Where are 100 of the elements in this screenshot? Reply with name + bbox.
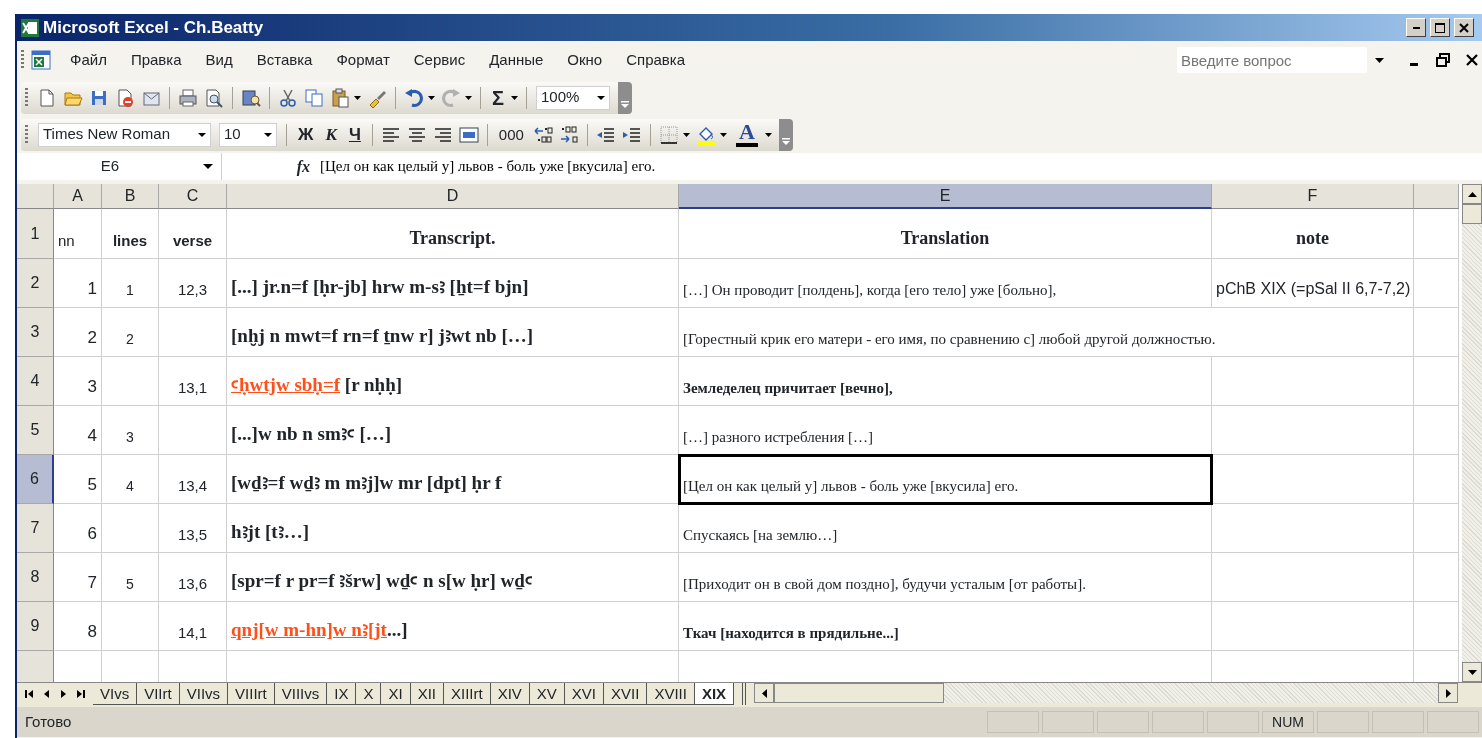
row-header[interactable]: 8 — [17, 553, 54, 602]
toolbar-button[interactable]: Ч — [348, 126, 361, 143]
dropdown-arrow-icon[interactable] — [682, 132, 690, 137]
menu-item[interactable]: Данные — [489, 48, 544, 72]
menu-item[interactable]: Справка — [626, 48, 686, 72]
help-search-field[interactable]: Введите вопрос — [1177, 47, 1367, 73]
close-button[interactable] — [1454, 18, 1474, 37]
sheet-tab[interactable]: XV — [529, 683, 565, 705]
dropdown-arrow-icon[interactable] — [719, 132, 727, 137]
menu-item[interactable]: Окно — [567, 48, 603, 72]
undo-icon[interactable] — [404, 87, 424, 108]
scroll-up-button[interactable] — [1462, 184, 1482, 204]
dropdown-field[interactable]: Times New Roman — [38, 122, 211, 147]
row-header[interactable] — [17, 651, 54, 682]
row-header[interactable]: 4 — [17, 357, 54, 406]
row-header[interactable]: 5 — [17, 406, 54, 455]
sheet-tab[interactable]: XIV — [490, 683, 530, 705]
sheet-tab[interactable]: XVI — [564, 683, 605, 705]
sheet-tab[interactable]: VIIIrt — [228, 683, 275, 705]
sheet-tab[interactable]: XII — [410, 683, 444, 705]
menu-item[interactable]: Файл — [70, 48, 107, 72]
row-header[interactable]: 7 — [17, 504, 54, 553]
menu-item[interactable]: Правка — [130, 48, 182, 72]
name-box[interactable]: E6 — [17, 153, 222, 180]
function-button[interactable]: fx — [222, 153, 318, 180]
workbook-icon[interactable] — [30, 48, 54, 72]
decrease-decimal-icon[interactable] — [558, 124, 579, 145]
borders-icon[interactable] — [658, 124, 679, 145]
dropdown-arrow-icon[interactable] — [354, 95, 361, 100]
blank-page-icon[interactable] — [37, 87, 57, 108]
sheet-tab[interactable]: XIIIrt — [443, 683, 491, 705]
minimize-button[interactable] — [1406, 18, 1426, 37]
sheet-tab[interactable]: XI — [381, 683, 411, 705]
menu-item[interactable]: Формат — [336, 48, 390, 72]
book-search-icon[interactable] — [241, 87, 261, 108]
first-sheet-icon[interactable] — [25, 690, 34, 698]
dropdown-arrow-icon[interactable] — [1375, 57, 1384, 63]
vertical-scrollbar[interactable] — [1462, 184, 1482, 682]
copy-icon[interactable] — [304, 87, 324, 108]
scroll-right-button[interactable] — [1438, 683, 1458, 703]
dropdown-arrow-icon[interactable] — [428, 95, 435, 100]
increase-decimal-icon[interactable] — [532, 124, 553, 145]
toolbar-button[interactable]: К — [325, 126, 337, 143]
row-header[interactable]: 3 — [17, 308, 54, 357]
sheet-tab[interactable]: VIIrt — [137, 683, 180, 705]
dropdown-field[interactable]: 10 — [219, 122, 277, 147]
scroll-thumb[interactable] — [774, 683, 945, 703]
printer-icon[interactable] — [178, 87, 198, 108]
clipboard-icon[interactable] — [330, 87, 350, 108]
table-cell: Спускаясь [на землю…] — [679, 504, 1212, 553]
print-preview-icon[interactable] — [204, 87, 224, 108]
row-header[interactable]: 6 — [17, 455, 54, 504]
scroll-left-button[interactable] — [754, 683, 775, 703]
table-cell — [159, 406, 227, 455]
menu-item[interactable]: Сервис — [413, 48, 466, 72]
sheet-tab[interactable]: XIX — [694, 683, 735, 705]
row-header[interactable]: 9 — [17, 602, 54, 651]
sheet-tab[interactable]: VIIvs — [179, 683, 229, 705]
scroll-thumb[interactable] — [1462, 204, 1482, 224]
column-header[interactable]: F — [1212, 184, 1414, 209]
toolbar-button[interactable]: Ж — [298, 126, 314, 143]
font-color-button[interactable]: A — [735, 122, 758, 147]
previous-sheet-icon[interactable] — [42, 690, 51, 698]
sheet-tab[interactable]: XVII — [604, 683, 648, 705]
merge-cells-icon[interactable] — [458, 124, 479, 145]
maximize-button[interactable] — [1430, 18, 1450, 37]
dropdown-arrow-icon[interactable] — [203, 164, 213, 169]
sheet-tab[interactable]: IX — [327, 683, 357, 705]
menu-item[interactable]: Вставка — [256, 48, 313, 72]
dropdown-field[interactable]: 100% — [536, 85, 610, 110]
sheet-tab[interactable]: VIIIvs — [274, 683, 328, 705]
row-header[interactable]: 1 — [17, 209, 54, 259]
column-header[interactable]: D — [227, 184, 679, 209]
column-header[interactable]: E — [679, 184, 1212, 209]
next-sheet-icon[interactable] — [59, 690, 68, 698]
scroll-down-button[interactable] — [1462, 662, 1482, 682]
sheet-tab[interactable]: VIvs — [93, 683, 138, 705]
select-all-button[interactable] — [17, 184, 54, 209]
column-header[interactable]: B — [102, 184, 159, 209]
formula-field[interactable]: [Цел он как целый у] львов - боль уже [вкусила] его. — [318, 153, 1482, 180]
dropdown-arrow-icon[interactable] — [511, 95, 518, 100]
horizontal-scrollbar[interactable] — [754, 683, 1458, 703]
column-header[interactable]: A — [54, 184, 102, 209]
page-stop-icon[interactable] — [115, 87, 135, 108]
dropdown-arrow-icon[interactable] — [764, 132, 772, 137]
toolbar-options-button[interactable] — [778, 118, 793, 151]
sheet-tab[interactable]: X — [356, 683, 382, 705]
toolbar-button[interactable]: 000 — [498, 127, 524, 142]
toolbar-button[interactable]: Σ — [492, 87, 504, 108]
menu-item[interactable]: Вид — [205, 48, 233, 72]
table-cell: 3 — [54, 357, 102, 406]
close-icon[interactable] — [1466, 54, 1478, 66]
sheet-tab[interactable]: XVIII — [647, 683, 695, 705]
scissors-icon[interactable] — [278, 87, 298, 108]
row-header[interactable]: 2 — [17, 259, 54, 308]
restore-icon[interactable] — [1436, 53, 1450, 67]
last-sheet-icon[interactable] — [76, 690, 85, 698]
toolbar-options-button[interactable] — [618, 81, 632, 114]
column-header[interactable]: C — [159, 184, 227, 209]
dropdown-arrow-icon[interactable] — [465, 95, 472, 100]
